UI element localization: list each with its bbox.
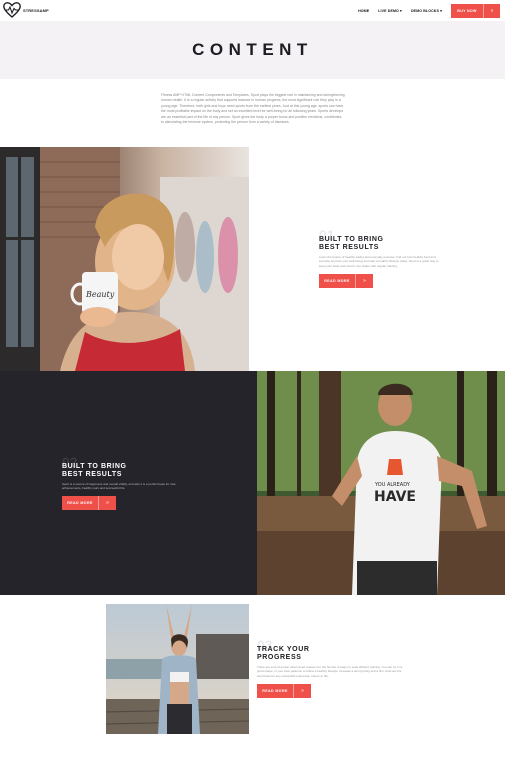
section-3-title-line1: TRACK YOUR <box>257 646 310 653</box>
main-nav: HOME LIVE DEMO ▾ DEMO BLOCKS ▾ BUY NOW » <box>358 3 500 18</box>
buy-now-button[interactable]: BUY NOW » <box>451 3 500 18</box>
double-chevron-right-icon: » <box>293 683 311 698</box>
man-forest-photo: HAVE YOU ALREADY <box>257 371 505 595</box>
nav-demo-blocks[interactable]: DEMO BLOCKS ▾ <box>411 9 442 13</box>
read-more-label: READ MORE <box>324 278 350 283</box>
svg-text:Beauty: Beauty <box>85 290 115 299</box>
double-chevron-right-icon: » <box>483 3 500 18</box>
section-1-text: Learn the basics of healthy eating and e… <box>319 255 439 268</box>
section-1-title-line2: BEST RESULTS <box>319 244 379 251</box>
intro-paragraph: Fitness AMP HTML Content Components and … <box>161 93 345 125</box>
section-1-read-more-button[interactable]: READ MORE » <box>319 273 373 288</box>
woman-stretching-photo <box>106 604 249 734</box>
logo-text: STRESSAMP <box>23 7 49 13</box>
section-2-content: 02 BUILT TO BRING BEST RESULTS Sport is … <box>62 455 197 510</box>
section-1-title-line1: BUILT TO BRING <box>319 236 384 243</box>
section-2-read-more-button[interactable]: READ MORE » <box>62 495 116 510</box>
section-2-title: BUILT TO BRING BEST RESULTS <box>62 463 127 479</box>
section-3-read-more-button[interactable]: READ MORE » <box>257 683 311 698</box>
svg-text:YOU ALREADY: YOU ALREADY <box>374 482 411 488</box>
page-title: CONTENT <box>192 40 313 59</box>
page-banner: CONTENT <box>0 21 505 79</box>
section-3-title-line2: PROGRESS <box>257 654 302 661</box>
read-more-label: READ MORE <box>67 500 93 505</box>
section-3-content: 03 TRACK YOUR PROGRESS There are a lot o… <box>257 638 407 698</box>
section-1-content: 01 BUILT TO BRING BEST RESULTS Learn the… <box>319 228 439 288</box>
double-chevron-right-icon: » <box>355 273 373 288</box>
section-3-title: TRACK YOUR PROGRESS <box>257 646 310 662</box>
svg-text:HAVE: HAVE <box>374 489 416 505</box>
section-2-title-line2: BEST RESULTS <box>62 471 122 478</box>
read-more-label: READ MORE <box>262 688 288 693</box>
section-3-text: There are a lot of proper determined rea… <box>257 665 403 678</box>
buy-now-label: BUY NOW <box>457 8 477 13</box>
woman-coffee-photo: Beauty <box>0 147 249 371</box>
section-2-title-line1: BUILT TO BRING <box>62 463 127 470</box>
nav-live-demo[interactable]: LIVE DEMO ▾ <box>378 9 402 13</box>
double-chevron-right-icon: » <box>98 495 116 510</box>
nav-home[interactable]: HOME <box>358 9 369 13</box>
section-1-title: BUILT TO BRING BEST RESULTS <box>319 236 384 252</box>
logo[interactable]: STRESSAMP <box>3 2 49 18</box>
heart-pulse-icon <box>3 2 21 18</box>
site-header: STRESSAMP HOME LIVE DEMO ▾ DEMO BLOCKS ▾… <box>0 0 505 21</box>
section-2-text: Sport is a source of happiness and overa… <box>62 482 176 491</box>
